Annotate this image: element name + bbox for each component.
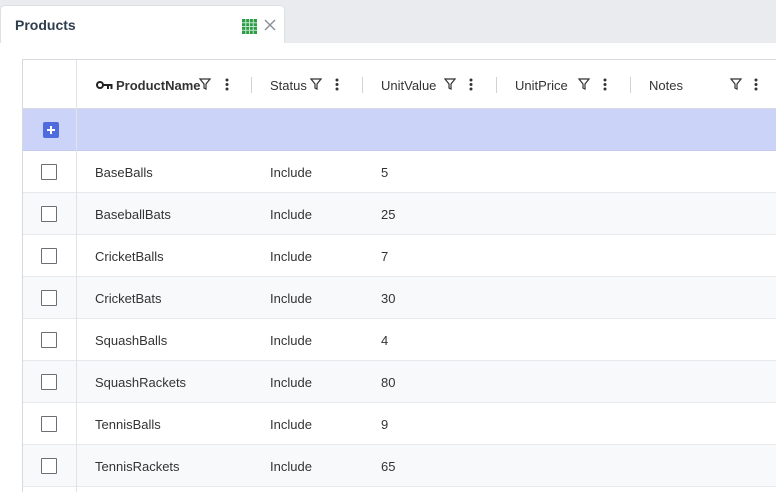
cell-unitvalue[interactable]: 5 <box>381 165 388 180</box>
selection-column-divider <box>76 60 77 492</box>
cell-productname[interactable]: BaseBalls <box>95 165 153 180</box>
table-row[interactable]: CricketBats Include 30 <box>23 277 776 319</box>
cell-productname[interactable]: TennisBalls <box>95 417 161 432</box>
row-checkbox[interactable] <box>41 248 57 264</box>
cell-status[interactable]: Include <box>270 291 312 306</box>
filter-icon[interactable] <box>444 78 456 90</box>
column-header-unitvalue[interactable]: UnitValue <box>381 78 436 93</box>
grid-header: ProductName Status UnitValue UnitPrice N… <box>23 60 776 109</box>
cell-productname[interactable]: SquashBalls <box>95 333 167 348</box>
cell-unitvalue[interactable]: 25 <box>381 207 395 222</box>
add-row-bar <box>23 109 776 151</box>
column-header-productname[interactable]: ProductName <box>116 78 201 93</box>
filter-icon[interactable] <box>199 78 211 90</box>
cell-status[interactable]: Include <box>270 375 312 390</box>
table-row[interactable]: SquashRackets Include 80 <box>23 361 776 403</box>
row-checkbox[interactable] <box>41 164 57 180</box>
key-icon <box>96 81 113 89</box>
row-checkbox[interactable] <box>41 290 57 306</box>
filter-icon[interactable] <box>310 78 322 90</box>
column-menu-icon[interactable] <box>225 78 229 91</box>
cell-status[interactable]: Include <box>270 459 312 474</box>
grid-body: BaseBalls Include 5 BaseballBats Include 25 Cr… <box>23 151 776 487</box>
cell-productname[interactable]: CricketBats <box>95 291 161 306</box>
cell-status[interactable]: Include <box>270 417 312 432</box>
close-icon[interactable] <box>263 18 277 32</box>
column-header-status[interactable]: Status <box>270 78 307 93</box>
table-row[interactable]: TennisBalls Include 9 <box>23 403 776 445</box>
table-row[interactable]: BaseBalls Include 5 <box>23 151 776 193</box>
cell-productname[interactable]: SquashRackets <box>95 375 186 390</box>
column-menu-icon[interactable] <box>335 78 339 91</box>
row-checkbox[interactable] <box>41 332 57 348</box>
cell-unitvalue[interactable]: 80 <box>381 375 395 390</box>
table-row[interactable]: BaseballBats Include 25 <box>23 193 776 235</box>
filter-icon[interactable] <box>730 78 742 90</box>
column-header-notes[interactable]: Notes <box>649 78 683 93</box>
filter-icon[interactable] <box>578 78 590 90</box>
column-separator[interactable] <box>362 77 363 93</box>
spreadsheet-icon <box>242 19 257 34</box>
products-tab[interactable]: Products <box>0 5 285 45</box>
cell-status[interactable]: Include <box>270 165 312 180</box>
column-menu-icon[interactable] <box>754 78 758 91</box>
table-row[interactable]: CricketBalls Include 7 <box>23 235 776 277</box>
table-row[interactable]: SquashBalls Include 4 <box>23 319 776 361</box>
column-separator[interactable] <box>251 77 252 93</box>
cell-unitvalue[interactable]: 7 <box>381 249 388 264</box>
cell-productname[interactable]: TennisRackets <box>95 459 180 474</box>
cell-unitvalue[interactable]: 30 <box>381 291 395 306</box>
row-checkbox[interactable] <box>41 416 57 432</box>
cell-status[interactable]: Include <box>270 249 312 264</box>
add-icon[interactable] <box>43 122 59 138</box>
products-grid: ProductName Status UnitValue UnitPrice N… <box>22 59 776 492</box>
cell-productname[interactable]: CricketBalls <box>95 249 164 264</box>
tab-title: Products <box>15 17 76 33</box>
column-separator[interactable] <box>496 77 497 93</box>
column-header-unitprice[interactable]: UnitPrice <box>515 78 568 93</box>
cell-unitvalue[interactable]: 65 <box>381 459 395 474</box>
cell-status[interactable]: Include <box>270 207 312 222</box>
row-checkbox[interactable] <box>41 458 57 474</box>
cell-status[interactable]: Include <box>270 333 312 348</box>
cell-unitvalue[interactable]: 9 <box>381 417 388 432</box>
table-row[interactable]: TennisRackets Include 65 <box>23 445 776 487</box>
row-checkbox[interactable] <box>41 374 57 390</box>
cell-unitvalue[interactable]: 4 <box>381 333 388 348</box>
column-separator[interactable] <box>630 77 631 93</box>
row-checkbox[interactable] <box>41 206 57 222</box>
cell-productname[interactable]: BaseballBats <box>95 207 171 222</box>
column-menu-icon[interactable] <box>469 78 473 91</box>
column-menu-icon[interactable] <box>603 78 607 91</box>
